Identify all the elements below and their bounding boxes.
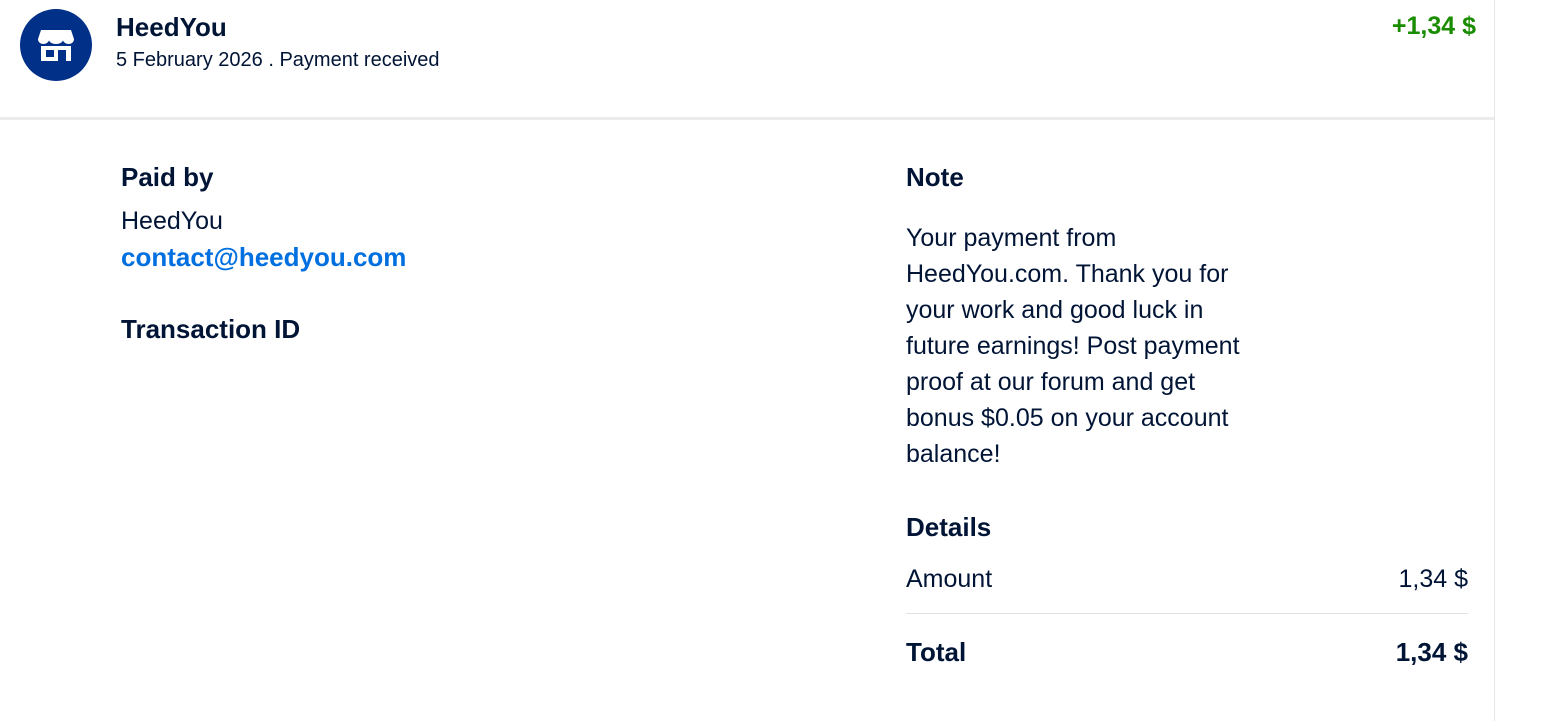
total-value: 1,34 $ bbox=[1395, 636, 1468, 667]
transaction-date: 5 February 2026 bbox=[116, 49, 263, 71]
amount-value: 1,34 $ bbox=[1398, 564, 1468, 593]
transaction-status: Payment received bbox=[279, 49, 440, 71]
note-text: Your payment from HeedYou.com. Thank you… bbox=[906, 224, 1240, 468]
transaction-subtitle: 5 February 2026 . Payment received bbox=[116, 49, 440, 72]
subtitle-separator: . bbox=[268, 49, 274, 71]
payer-column: Paid by HeedYou contact@heedyou.com Tran… bbox=[121, 160, 821, 346]
total-label: Total bbox=[906, 636, 967, 667]
total-row: Total 1,34 $ bbox=[906, 635, 1468, 669]
transaction-header: HeedYou 5 February 2026 . Payment receiv… bbox=[0, 0, 1494, 120]
merchant-name: HeedYou bbox=[116, 12, 227, 42]
transaction-detail-panel: HeedYou 5 February 2026 . Payment receiv… bbox=[0, 0, 1495, 721]
note-details-column: Note Your payment from HeedYou.com. Than… bbox=[906, 160, 1468, 669]
note-heading: Note bbox=[906, 162, 964, 192]
amount-row: Amount 1,34 $ bbox=[906, 562, 1468, 614]
transaction-id-heading: Transaction ID bbox=[121, 314, 301, 344]
details-heading: Details bbox=[906, 512, 992, 542]
payer-name: HeedYou bbox=[121, 207, 223, 235]
paid-by-heading: Paid by bbox=[121, 162, 214, 192]
store-icon bbox=[38, 30, 74, 61]
amount-label: Amount bbox=[906, 564, 993, 593]
payer-email-link[interactable]: contact@heedyou.com bbox=[121, 238, 406, 276]
transaction-amount: +1,34 $ bbox=[1391, 12, 1476, 40]
merchant-avatar bbox=[20, 9, 92, 81]
